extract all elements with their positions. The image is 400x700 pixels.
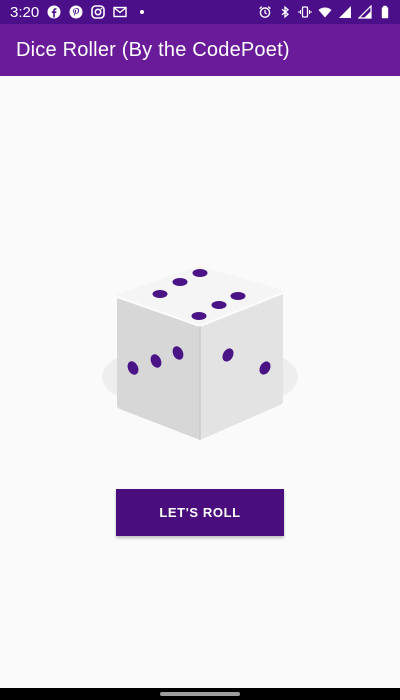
wifi-icon bbox=[318, 5, 332, 19]
instagram-icon bbox=[91, 5, 106, 19]
app-title: Dice Roller (By the CodePoet) bbox=[16, 38, 290, 61]
alarm-icon bbox=[258, 5, 272, 19]
dot-icon bbox=[135, 5, 149, 19]
battery-icon bbox=[378, 5, 392, 19]
status-time: 3:20 bbox=[10, 3, 40, 21]
dice-graphic bbox=[102, 266, 298, 440]
home-handle[interactable] bbox=[160, 692, 240, 696]
pinterest-icon bbox=[69, 5, 83, 19]
gmail-icon bbox=[113, 5, 127, 19]
dice-image bbox=[100, 251, 300, 451]
app-bar: Dice Roller (By the CodePoet) bbox=[0, 24, 400, 76]
roll-button[interactable]: LET'S ROLL bbox=[116, 489, 284, 536]
main-content: LET'S ROLL bbox=[0, 76, 400, 688]
signal-icon bbox=[358, 5, 372, 19]
status-bar: 3:20 bbox=[0, 0, 400, 24]
navigation-bar bbox=[0, 688, 400, 700]
facebook-icon bbox=[47, 5, 61, 19]
bluetooth-icon bbox=[278, 5, 292, 19]
vibrate-icon bbox=[298, 5, 312, 19]
notification-icons bbox=[47, 5, 149, 19]
signal-icon bbox=[338, 5, 352, 19]
system-icons bbox=[258, 5, 392, 19]
